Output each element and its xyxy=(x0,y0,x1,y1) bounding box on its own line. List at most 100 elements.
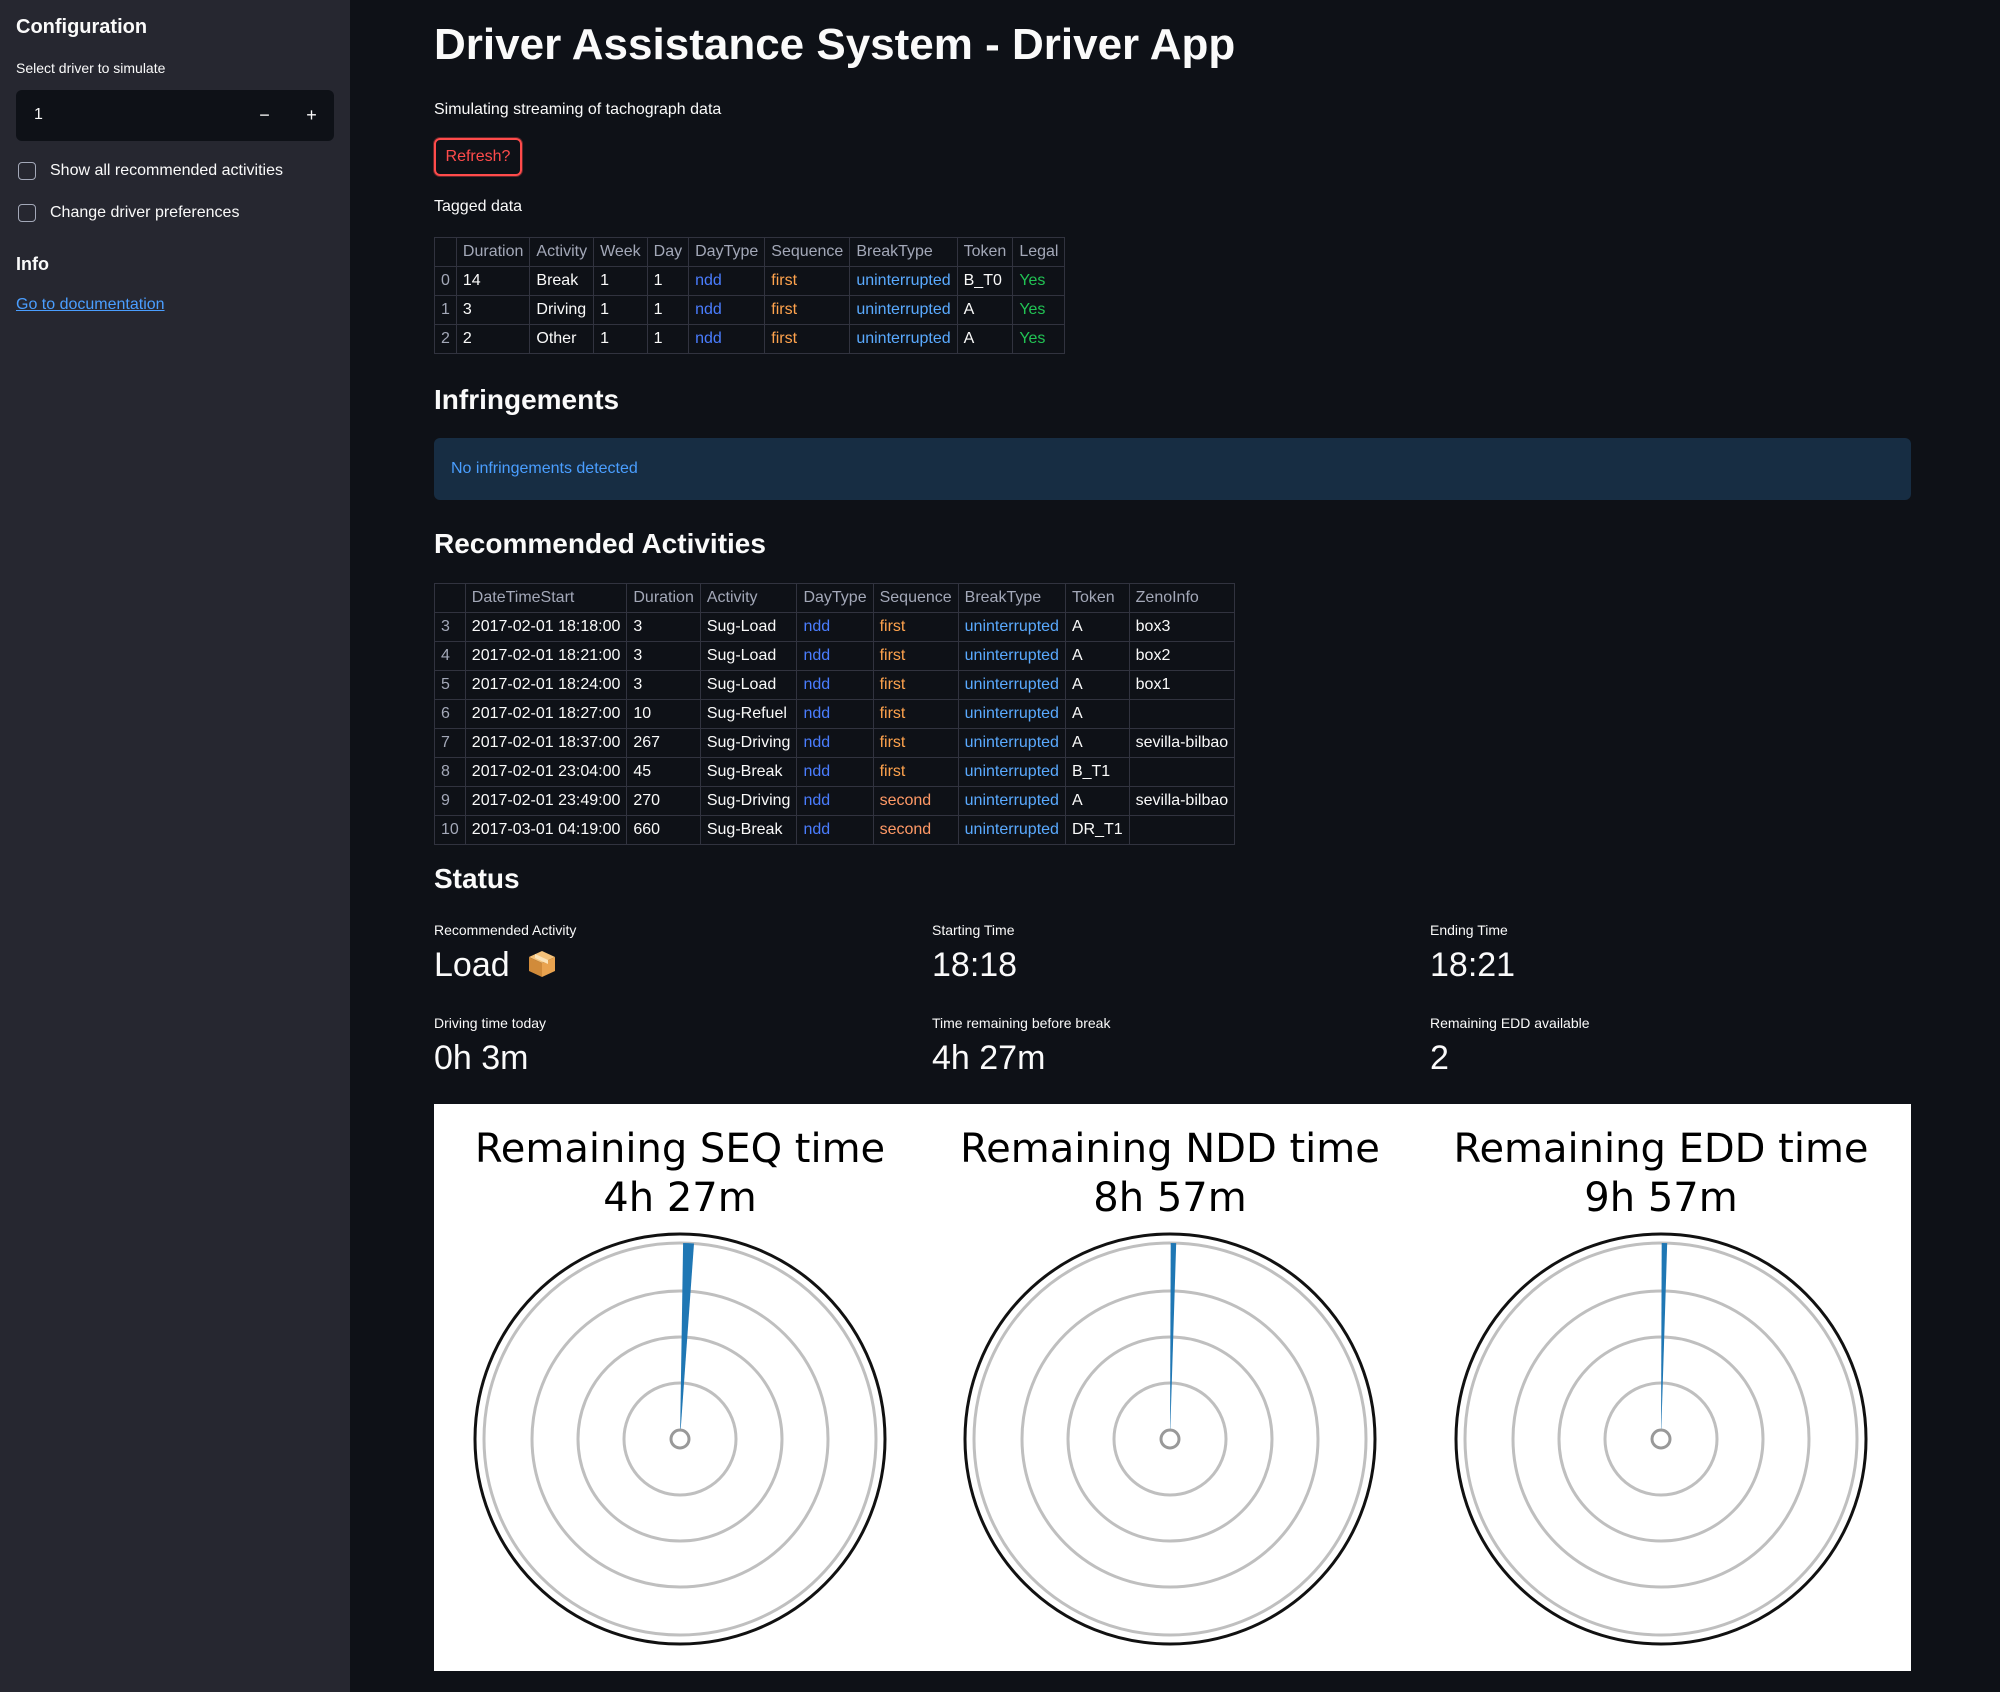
table-cell: ndd xyxy=(796,641,874,671)
table-cell: first xyxy=(872,757,959,787)
tagged-data-label: Tagged data xyxy=(434,198,523,215)
table-cell: Sug-Driving xyxy=(699,728,798,758)
table-cell: uninterrupted xyxy=(849,295,958,325)
increment-button[interactable]: + xyxy=(289,90,334,141)
column-header[interactable]: Activity xyxy=(529,237,595,267)
metric-edd-available: Remaining EDD available 2 xyxy=(1430,1015,1590,1078)
table-cell: first xyxy=(872,699,959,729)
table-cell: B_T0 xyxy=(956,266,1014,296)
table-row[interactable]: 1 3 Driving 1 1 ndd first uninterrupted A Yes xyxy=(434,295,1066,325)
table-cell: first xyxy=(764,295,851,325)
table-row[interactable]: 8 2017-02-01 23:04:00 45 Sug-Break ndd first u… xyxy=(434,757,1236,787)
table-cell: ndd xyxy=(796,728,874,758)
table-cell: uninterrupted xyxy=(957,815,1066,845)
index-header[interactable] xyxy=(434,583,466,613)
column-header[interactable]: Duration xyxy=(455,237,531,267)
column-header[interactable]: Sequence xyxy=(872,583,959,613)
metric-time-before-break: Time remaining before break 4h 27m xyxy=(932,1015,1110,1078)
row-index: 3 xyxy=(434,612,466,642)
table-cell: 1 xyxy=(593,266,648,296)
driver-number-input[interactable]: 1 − + xyxy=(16,90,334,141)
column-header[interactable]: Activity xyxy=(699,583,798,613)
checkbox-box[interactable] xyxy=(18,162,36,180)
table-row[interactable]: 0 14 Break 1 1 ndd first uninterrupted B_T0 Yes xyxy=(434,266,1066,296)
table-row[interactable]: 6 2017-02-01 18:27:00 10 Sug-Refuel ndd first… xyxy=(434,699,1236,729)
column-header[interactable]: DayType xyxy=(688,237,766,267)
metric-value: 4h 27m xyxy=(932,1039,1046,1077)
column-header[interactable]: Legal xyxy=(1012,237,1066,267)
table-row[interactable]: 3 2017-02-01 18:18:00 3 Sug-Load ndd first uni… xyxy=(434,612,1236,642)
column-header[interactable]: Duration xyxy=(626,583,701,613)
table-row[interactable]: 2 2 Other 1 1 ndd first uninterrupted A Yes xyxy=(434,324,1066,354)
column-header[interactable]: BreakType xyxy=(849,237,958,267)
table-cell: Sug-Driving xyxy=(699,786,798,816)
table-row[interactable]: 10 2017-03-01 04:19:00 660 Sug-Break ndd seco… xyxy=(434,815,1236,845)
table-cell: 1 xyxy=(646,266,690,296)
table-row[interactable]: 5 2017-02-01 18:24:00 3 Sug-Load ndd first uni… xyxy=(434,670,1236,700)
column-header[interactable]: DayType xyxy=(796,583,874,613)
table-cell: A xyxy=(1064,699,1130,729)
table-cell: 14 xyxy=(455,266,531,296)
table-cell: Yes xyxy=(1012,266,1066,296)
table-cell: Sug-Load xyxy=(699,641,798,671)
tagged-data-table[interactable]: Duration Activity Week Day DayType Sequence Br… xyxy=(434,237,1066,354)
gauge-center xyxy=(1650,1428,1672,1450)
driver-value[interactable]: 1 xyxy=(34,106,43,124)
refresh-button[interactable]: Refresh? xyxy=(434,138,522,176)
column-header[interactable]: Week xyxy=(593,237,648,267)
table-cell: ndd xyxy=(796,612,874,642)
table-cell: ndd xyxy=(796,786,874,816)
recommended-activities-table[interactable]: DateTimeStart Duration Activity DayType Sequ… xyxy=(434,583,1236,845)
decrement-button[interactable]: − xyxy=(242,90,287,141)
table-row[interactable]: 4 2017-02-01 18:21:00 3 Sug-Load ndd first uni… xyxy=(434,641,1236,671)
recommended-activities-heading: Recommended Activities xyxy=(434,528,766,559)
metric-label: Remaining EDD available xyxy=(1430,1015,1590,1031)
checkbox-box[interactable] xyxy=(18,204,36,222)
gauges-figure: Remaining SEQ time4h 27m Remaining NDD ti… xyxy=(473,1126,1869,1646)
row-index: 10 xyxy=(434,815,466,845)
table-row[interactable]: 9 2017-02-01 23:49:00 270 Sug-Driving ndd sec… xyxy=(434,786,1236,816)
table-cell: A xyxy=(1064,612,1130,642)
documentation-link[interactable]: Go to documentation xyxy=(16,296,165,314)
gauge-value: 9h 57m xyxy=(1584,1175,1737,1221)
table-cell: ndd xyxy=(796,757,874,787)
table-cell: 2017-02-01 23:04:00 xyxy=(464,757,628,787)
table-cell: sevilla-bilbao xyxy=(1128,728,1236,758)
column-header[interactable]: ZenoInfo xyxy=(1128,583,1236,613)
table-cell: first xyxy=(764,324,851,354)
table-row[interactable]: 7 2017-02-01 18:37:00 267 Sug-Driving ndd fir… xyxy=(434,728,1236,758)
row-index: 4 xyxy=(434,641,466,671)
page-subtitle: Simulating streaming of tachograph data xyxy=(434,101,722,118)
table-cell: ndd xyxy=(688,324,766,354)
gauge-center xyxy=(1159,1428,1181,1450)
table-cell: first xyxy=(872,612,959,642)
table-cell: 1 xyxy=(593,324,648,354)
column-header[interactable]: BreakType xyxy=(957,583,1066,613)
table-cell: 3 xyxy=(626,670,701,700)
table-cell: uninterrupted xyxy=(849,266,958,296)
table-cell: A xyxy=(1064,786,1130,816)
table-cell: uninterrupted xyxy=(957,670,1066,700)
column-header[interactable]: Day xyxy=(646,237,690,267)
table-cell: 45 xyxy=(626,757,701,787)
column-header[interactable]: DateTimeStart xyxy=(464,583,628,613)
index-header[interactable] xyxy=(434,237,457,267)
table-cell: 10 xyxy=(626,699,701,729)
configuration-heading: Configuration xyxy=(16,16,148,38)
gauge-wedge xyxy=(680,1243,694,1439)
table-header-row: DateTimeStart Duration Activity DayType Sequ… xyxy=(434,583,1236,613)
metric-recommended-activity: Recommended Activity Load xyxy=(434,922,576,985)
table-cell: 3 xyxy=(626,612,701,642)
table-cell: 2017-02-01 18:37:00 xyxy=(464,728,628,758)
column-header[interactable]: Token xyxy=(1064,583,1130,613)
table-cell: box2 xyxy=(1128,641,1236,671)
table-cell: 2017-03-01 04:19:00 xyxy=(464,815,628,845)
column-header[interactable]: Token xyxy=(956,237,1014,267)
table-cell: Sug-Load xyxy=(699,612,798,642)
column-header[interactable]: Sequence xyxy=(764,237,851,267)
gauge-title: Remaining SEQ time xyxy=(475,1126,885,1172)
main-content: Driver Assistance System - Driver App Si… xyxy=(350,0,2000,1692)
row-index: 7 xyxy=(434,728,466,758)
info-heading: Info xyxy=(16,254,49,274)
table-cell: Sug-Load xyxy=(699,670,798,700)
